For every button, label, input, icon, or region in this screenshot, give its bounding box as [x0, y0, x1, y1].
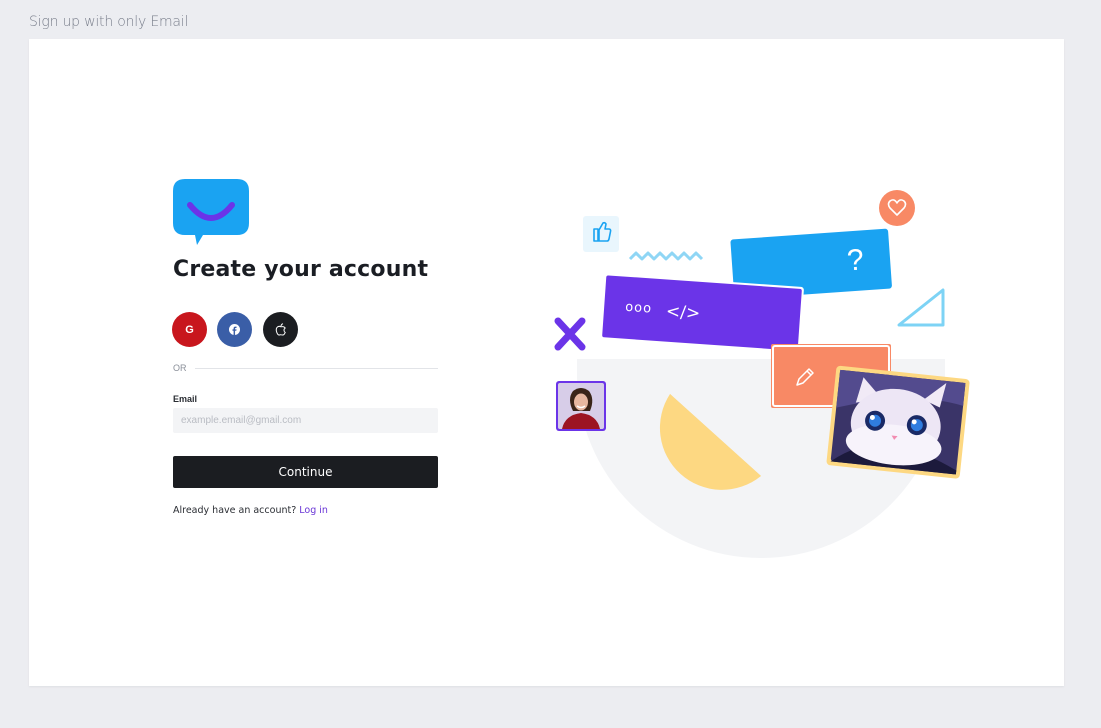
login-prompt: Already have an account? Log in	[173, 505, 328, 516]
continue-button[interactable]: Continue	[173, 456, 438, 488]
code-card: ooo </>	[600, 273, 804, 353]
kitten-photo	[826, 365, 970, 479]
google-icon: G	[185, 323, 194, 336]
x-shape	[554, 317, 586, 351]
email-label: Email	[173, 394, 198, 404]
divider-line	[195, 368, 438, 369]
or-divider: OR	[173, 363, 438, 375]
signup-card: Create your account G OR Email Continue …	[29, 39, 1064, 686]
heart-icon	[879, 190, 915, 226]
question-mark: ?	[846, 243, 865, 277]
dots-text: ooo	[625, 300, 653, 317]
page-title: Create your account	[173, 257, 429, 282]
frame-label: Sign up with only Email	[29, 14, 189, 30]
triangle-shape	[897, 288, 945, 327]
login-link[interactable]: Log in	[299, 505, 328, 516]
thumbs-up-icon	[583, 216, 619, 252]
facebook-signin-button[interactable]	[217, 312, 252, 347]
facebook-icon	[229, 324, 240, 335]
apple-icon	[275, 323, 286, 336]
or-text: OR	[173, 363, 187, 373]
avatar	[556, 381, 606, 431]
zigzag-icon	[628, 251, 704, 261]
google-signin-button[interactable]: G	[172, 312, 207, 347]
chat-logo-icon	[173, 179, 249, 245]
code-icon: </>	[665, 302, 701, 324]
email-input[interactable]	[173, 408, 438, 433]
login-prompt-text: Already have an account?	[173, 505, 297, 516]
apple-signin-button[interactable]	[263, 312, 298, 347]
